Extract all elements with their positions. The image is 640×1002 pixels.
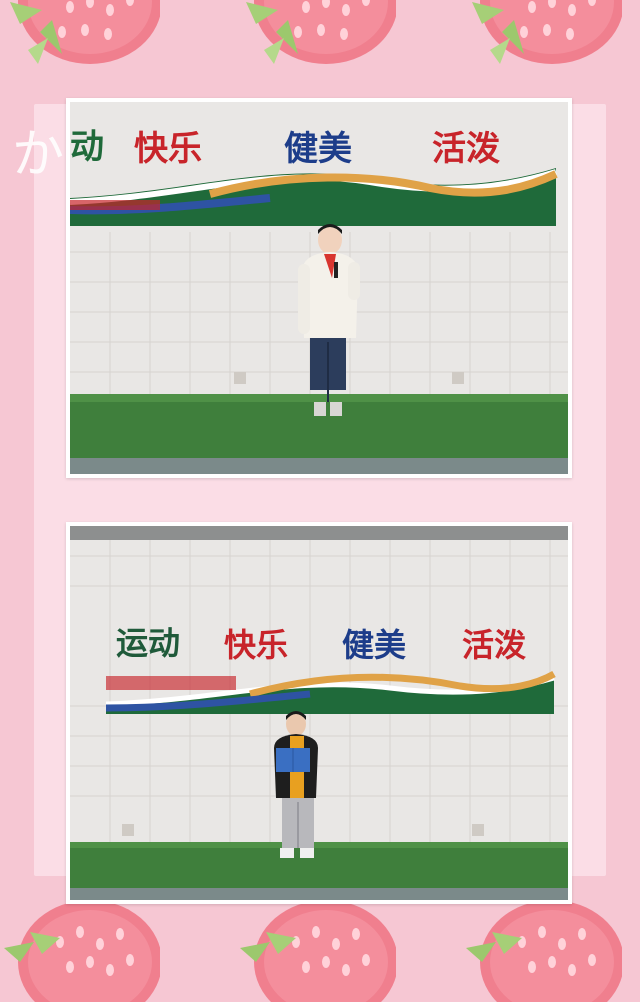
photo-bottom: 运动 快乐 健美 活泼 [66,522,572,904]
banner-word-4: 活泼 [432,129,500,169]
photo-top-scene: 动 快乐 健美 活泼 [70,102,568,474]
strawberry-decoration-top-right [472,0,622,64]
banner-word-3: 健美 [284,129,352,169]
strawberry-decoration-top-center [246,0,396,64]
photo-top: 动 快乐 健美 活泼 [66,98,572,478]
strawberry-decoration-bottom-left [4,900,160,1002]
banner-word-2: 快乐 [134,129,202,169]
strawberry-decoration-bottom-right [466,900,622,1002]
strawberry-decoration-bottom-center [240,900,396,1002]
banner-word-1: 动 [70,127,104,167]
banner-word-2: 快乐 [224,626,288,664]
banner-word-4: 活泼 [462,626,526,664]
photo-bottom-scene: 运动 快乐 健美 活泼 [70,526,568,900]
strawberry-decoration-top-left [10,0,160,64]
banner-word-1: 运动 [116,624,180,662]
banner-word-3: 健美 [342,626,406,664]
